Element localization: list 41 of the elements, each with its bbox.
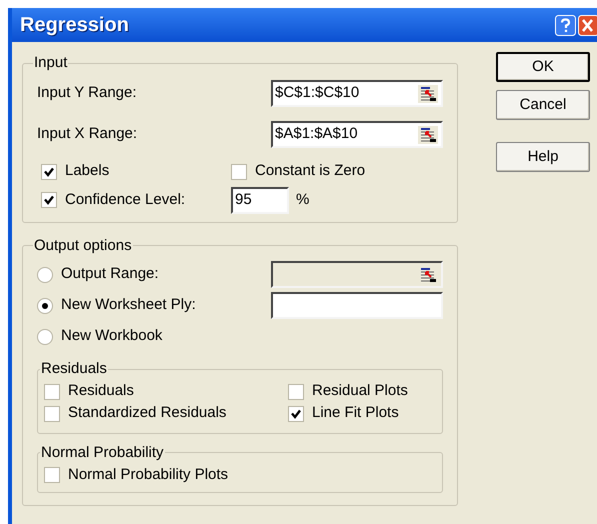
dialog-button[interactable]: OK <box>496 52 590 82</box>
dialog-button[interactable]: Cancel <box>496 90 590 120</box>
dialog-button[interactable]: Help <box>496 142 590 172</box>
checkbox-label: Residual Plots <box>312 381 408 402</box>
field-label: Input X Range: <box>37 124 138 144</box>
unit-label: % <box>296 190 310 210</box>
checkbox-label: Labels <box>65 161 110 182</box>
group-title: Residuals <box>40 359 108 379</box>
checkbox-label: Standardized Residuals <box>68 403 226 424</box>
range-picker-icon[interactable] <box>418 126 438 144</box>
number-field[interactable]: 95 <box>231 186 289 214</box>
radio-button[interactable] <box>37 298 53 314</box>
range-picker-icon[interactable] <box>418 84 438 102</box>
radio-label: New Workbook <box>61 326 162 346</box>
help-icon[interactable] <box>555 14 576 36</box>
checkbox[interactable] <box>44 467 60 483</box>
checkbox[interactable] <box>44 384 60 400</box>
range-field[interactable]: $A$1:$A$10 <box>271 121 443 148</box>
checkbox-label: Confidence Level: <box>65 190 186 210</box>
close-icon[interactable] <box>578 14 597 36</box>
group-title: Output options <box>33 236 133 256</box>
checkbox[interactable] <box>41 192 57 208</box>
checkbox-label: Residuals <box>68 381 134 402</box>
checkbox-label: Line Fit Plots <box>312 403 399 424</box>
checkbox[interactable] <box>41 164 57 180</box>
checkbox-label: Normal Probability Plots <box>68 464 228 485</box>
window-title: Regression <box>20 13 129 38</box>
checkbox[interactable] <box>44 406 60 422</box>
range-field[interactable] <box>271 292 443 319</box>
radio-button[interactable] <box>37 328 53 344</box>
radio-label: Output Range: <box>61 264 159 284</box>
radio-button[interactable] <box>37 266 53 282</box>
checkbox[interactable] <box>231 164 247 180</box>
checkbox[interactable] <box>288 406 304 422</box>
group-title: Input <box>33 53 68 73</box>
group-title: Normal Probability <box>40 442 165 462</box>
checkbox-label: Constant is Zero <box>255 161 366 182</box>
range-field[interactable]: $C$1:$C$10 <box>271 80 443 107</box>
field-label: Input Y Range: <box>37 83 137 104</box>
checkbox[interactable] <box>288 384 304 400</box>
radio-label: New Worksheet Ply: <box>61 295 196 316</box>
